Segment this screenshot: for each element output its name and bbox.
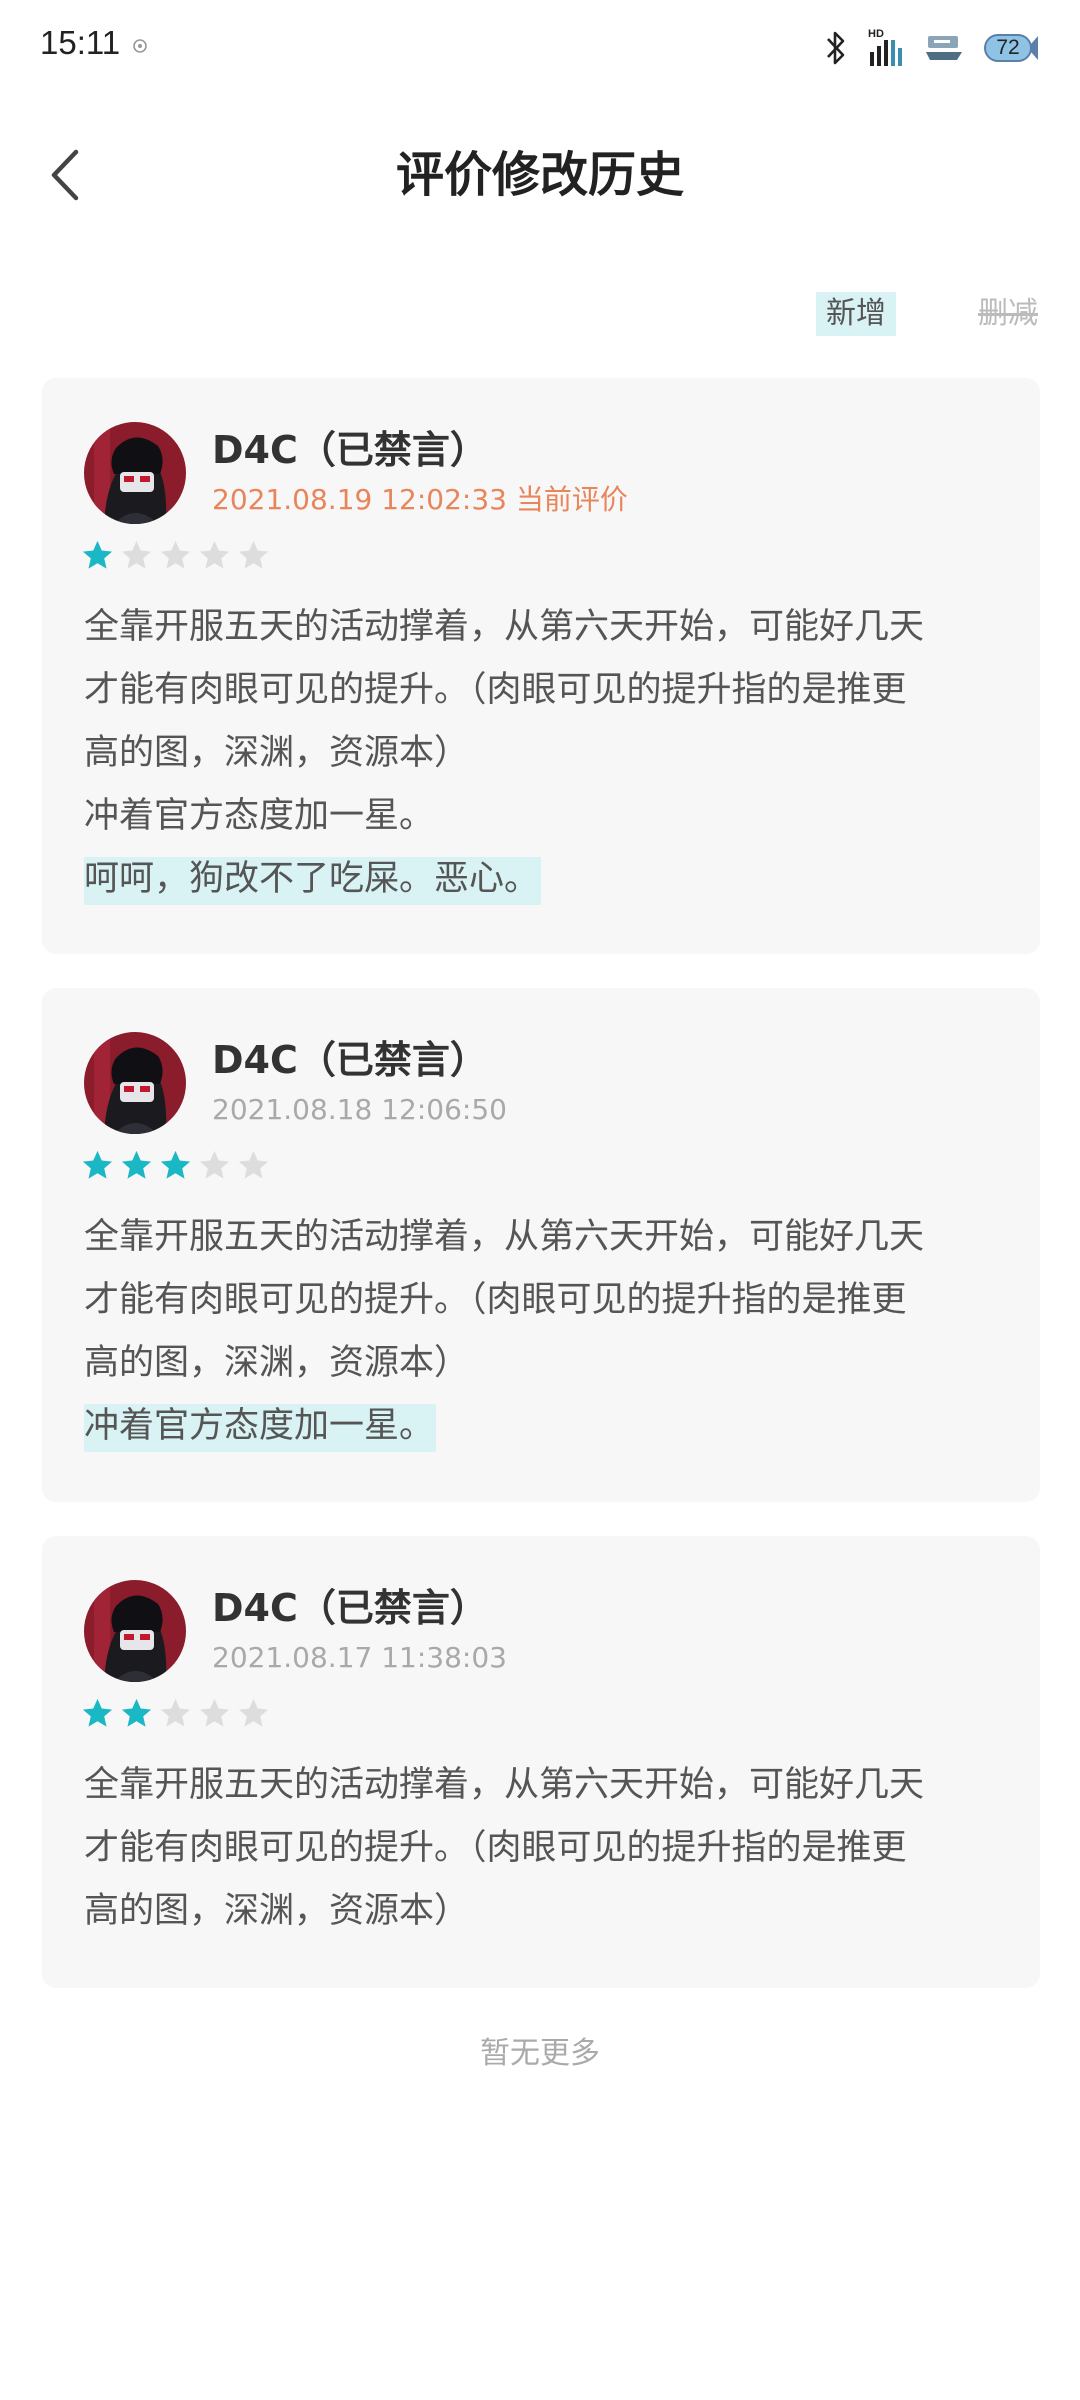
location-dot-icon [133, 39, 147, 53]
status-bar: 15:11 HD 72 [0, 0, 1080, 96]
review-text: 全靠开服五天的活动撑着，从第六天开始，可能好几天 才能有肉眼可见的提升。（肉眼可… [84, 596, 1004, 911]
star-filled-icon [82, 540, 113, 569]
star-empty-icon [238, 1698, 269, 1727]
star-rating [80, 1696, 271, 1736]
star-empty-icon [160, 540, 191, 569]
chevron-left-icon [51, 149, 79, 201]
review-line: 高的图，深渊，资源本） [84, 1343, 470, 1383]
review-line: 才能有肉眼可见的提升。（肉眼可见的提升指的是推更 [84, 1280, 907, 1320]
review-datetime: 2021.08.17 11:38:03 [212, 1641, 507, 1674]
review-line: 高的图，深渊，资源本） [84, 733, 470, 773]
review-text: 全靠开服五天的活动撑着，从第六天开始，可能好几天 才能有肉眼可见的提升。（肉眼可… [84, 1754, 1004, 1943]
review-line-added: 呵呵，狗改不了吃屎。恶心。 [84, 857, 542, 905]
star-empty-icon [238, 1150, 269, 1179]
review-line: 全靠开服五天的活动撑着，从第六天开始，可能好几天 [84, 1765, 925, 1805]
status-time: 15:11 [40, 24, 121, 61]
back-button[interactable] [30, 140, 100, 210]
review-line: 高的图，深渊，资源本） [84, 1891, 470, 1931]
star-empty-icon [199, 1150, 230, 1179]
review-card: D4C（已禁言） 2021.08.18 12:06:50 全靠开服五天的活动撑着… [42, 988, 1040, 1502]
bluetooth-icon [827, 31, 845, 65]
review-datetime: 2021.08.18 12:06:50 [212, 1093, 507, 1126]
battery-level: 72 [996, 36, 1020, 59]
review-line: 才能有肉眼可见的提升。（肉眼可见的提升指的是推更 [84, 1828, 907, 1868]
app-notification-icon [926, 36, 962, 60]
review-line: 才能有肉眼可见的提升。（肉眼可见的提升指的是推更 [84, 670, 907, 710]
legend-removed: 删减 [978, 296, 1038, 331]
star-rating [80, 538, 271, 578]
hd-label: HD [868, 28, 884, 40]
user-name[interactable]: D4C（已禁言） [212, 1036, 488, 1084]
star-filled-icon [82, 1150, 113, 1179]
avatar[interactable] [84, 422, 186, 524]
star-empty-icon [199, 540, 230, 569]
star-empty-icon [199, 1698, 230, 1727]
star-filled-icon [121, 1150, 152, 1179]
signal-icon: HD [868, 28, 902, 66]
review-datetime: 2021.08.19 12:02:33 当前评价 [212, 483, 628, 516]
page-title: 评价修改历史 [395, 147, 684, 203]
legend-added: 新增 [816, 292, 896, 336]
star-filled-icon [121, 1698, 152, 1727]
star-rating [80, 1148, 271, 1188]
avatar[interactable] [84, 1580, 186, 1682]
star-filled-icon [160, 1150, 191, 1179]
review-line: 冲着官方态度加一星。 [84, 796, 435, 836]
user-name[interactable]: D4C（已禁言） [212, 1584, 488, 1632]
review-text: 全靠开服五天的活动撑着，从第六天开始，可能好几天 才能有肉眼可见的提升。（肉眼可… [84, 1206, 1004, 1458]
avatar[interactable] [84, 1032, 186, 1134]
review-line: 全靠开服五天的活动撑着，从第六天开始，可能好几天 [84, 607, 925, 647]
star-empty-icon [238, 540, 269, 569]
battery-icon: 72 [982, 30, 1040, 66]
star-empty-icon [160, 1698, 191, 1727]
diff-legend: 新增 删减 [816, 292, 1040, 336]
review-line-added: 冲着官方态度加一星。 [84, 1404, 437, 1452]
no-more-label: 暂无更多 [480, 2036, 600, 2071]
review-card: D4C（已禁言） 2021.08.19 12:02:33 当前评价 全靠开服五天… [42, 378, 1040, 954]
review-line: 全靠开服五天的活动撑着，从第六天开始，可能好几天 [84, 1217, 925, 1257]
star-empty-icon [121, 540, 152, 569]
review-card: D4C（已禁言） 2021.08.17 11:38:03 全靠开服五天的活动撑着… [42, 1536, 1040, 1988]
user-name[interactable]: D4C（已禁言） [212, 426, 488, 474]
header: 评价修改历史 [0, 120, 1080, 230]
status-icons: HD 72 [824, 26, 1040, 70]
star-filled-icon [82, 1698, 113, 1727]
